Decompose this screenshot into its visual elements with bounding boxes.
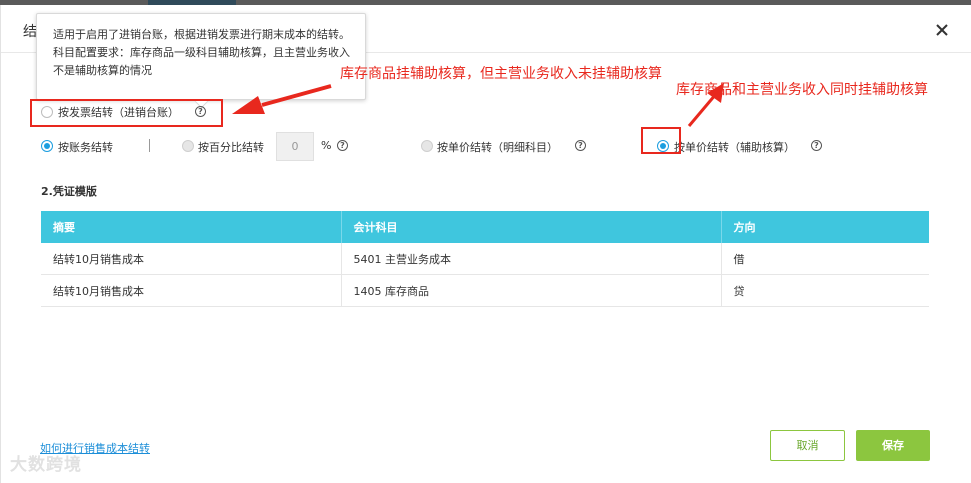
watermark-logo: 大数跨境 [10, 455, 82, 475]
table-header-row: 摘要 会计科目 方向 [41, 211, 929, 243]
table-row: 结转10月销售成本 1405 库存商品 贷 [41, 274, 929, 307]
column-header: 方向 [721, 211, 929, 243]
unit-detail-help-icon[interactable]: ? [575, 140, 586, 151]
unit-aux-help-icon[interactable]: ? [811, 140, 822, 151]
invoice-help-tooltip: 适用于启用了进销台账，根据进销发票进行期末成本的结转。科目配置要求：库存商品一级… [36, 13, 366, 100]
column-header: 会计科目 [341, 211, 722, 243]
option-divider [149, 139, 150, 152]
save-button[interactable]: 保存 [856, 430, 930, 461]
label-unit-aux[interactable]: 按单价结转（辅助核算） [674, 139, 795, 155]
voucher-template-table: 摘要 会计科目 方向 结转10月销售成本 5401 主营业务成本 借 结转10月… [41, 211, 929, 307]
annotation-box-invoice [30, 99, 223, 127]
percent-help-icon[interactable]: ? [337, 140, 348, 151]
summary-cell: 结转10月销售成本 [41, 243, 342, 275]
radio-percent[interactable] [182, 140, 194, 152]
tooltip-text: 适用于启用了进销台账，根据进销发票进行期末成本的结转。科目配置要求：库存商品一级… [53, 28, 350, 77]
dialog-title: 结 [23, 24, 37, 40]
annotation-right-text: 库存商品和主营业务收入同时挂辅助核算 [676, 82, 928, 98]
label-ledger[interactable]: 按账务结转 [58, 139, 113, 155]
radio-ledger[interactable] [41, 140, 53, 152]
voucher-section-title: 2.凭证模版 [41, 185, 97, 198]
close-icon[interactable] [933, 21, 951, 39]
label-unit-detail[interactable]: 按单价结转（明细科目） [437, 139, 558, 155]
summary-cell: 结转10月销售成本 [41, 274, 342, 307]
cancel-button[interactable]: 取消 [770, 430, 845, 461]
percent-unit: % [321, 139, 332, 152]
column-header: 摘要 [41, 211, 342, 243]
label-percent[interactable]: 按百分比结转 [198, 139, 264, 155]
account-cell: 5401 主营业务成本 [341, 243, 722, 275]
annotation-box-unit-aux [641, 127, 681, 154]
annotation-left-text: 库存商品挂辅助核算，但主营业务收入未挂辅助核算 [340, 66, 662, 82]
percent-input[interactable]: 0 [276, 132, 314, 161]
table-row: 结转10月销售成本 5401 主营业务成本 借 [41, 243, 929, 275]
radio-unit-detail[interactable] [421, 140, 433, 152]
account-cell: 1405 库存商品 [341, 274, 722, 307]
direction-cell: 借 [721, 243, 929, 275]
direction-cell: 贷 [721, 274, 929, 307]
